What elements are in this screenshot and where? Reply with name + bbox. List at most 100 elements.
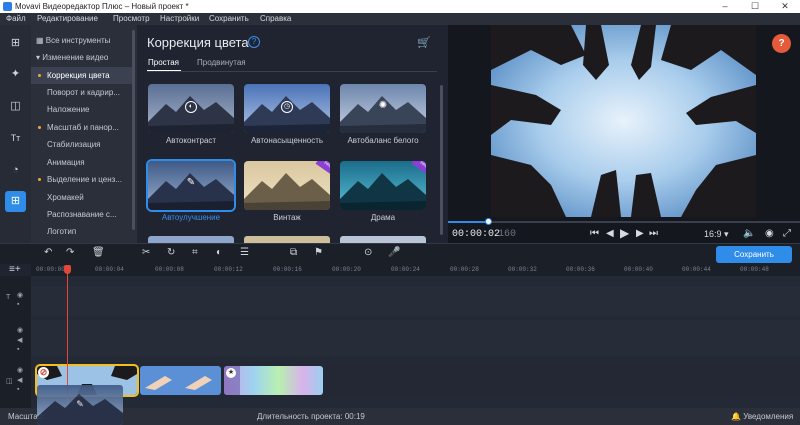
preset-thumbnail-partial[interactable] [340, 236, 426, 243]
redo-icon[interactable]: ↷ [66, 247, 74, 258]
nav-label: Распознавание с... [47, 210, 117, 219]
menu-view[interactable]: Просмотр [113, 14, 150, 24]
delete-icon[interactable]: 🗑 [92, 247, 105, 258]
titles-icon[interactable]: Tт [5, 128, 26, 149]
nav-chroma-key[interactable]: Хромакей [31, 189, 135, 206]
preset-drama[interactable]: PRO [340, 161, 426, 210]
undo-icon[interactable]: ↶ [44, 247, 52, 258]
maximize-button[interactable]: ☐ [740, 0, 770, 13]
lock-icon[interactable]: ▪ [17, 301, 19, 308]
overlay-track[interactable] [31, 320, 800, 356]
stickers-icon[interactable]: ◔ [5, 160, 26, 181]
skip-start-icon[interactable]: ⏮ [590, 228, 599, 239]
magic-wand-icon[interactable]: ✦ [5, 64, 26, 85]
more-tools-icon[interactable]: ⊞ [5, 191, 26, 212]
title-track-icon: T [6, 294, 11, 301]
duration-label: Длительность проекта: [257, 412, 343, 421]
minimize-button[interactable]: – [710, 0, 740, 13]
playback-progress-track[interactable] [448, 221, 800, 223]
nav-highlight-censor[interactable]: Выделение и ценз... [31, 171, 135, 188]
app-logo-icon [3, 2, 12, 11]
lock-icon[interactable]: ▪ [17, 346, 19, 353]
title-bar: Movavi Видеоредактор Плюс – Новый проект… [0, 0, 800, 13]
tools-sidebar: ⊞ ✦ ◫ Tт ◔ ⊞ [0, 25, 31, 243]
menu-edit[interactable]: Редактирование [37, 14, 98, 24]
playhead-handle[interactable] [64, 265, 71, 274]
marker-icon[interactable]: ⚑ [314, 247, 323, 258]
video-preview [491, 25, 756, 217]
rotate-icon[interactable]: ↻ [167, 247, 175, 258]
nav-label: Масштаб и панор... [47, 123, 119, 132]
color-adjust-icon[interactable]: ◐ [216, 247, 222, 258]
no-audio-icon: ⊘ [38, 367, 49, 378]
preset-vintage[interactable]: PRO [244, 161, 330, 210]
location-icon[interactable]: ⊙ [364, 247, 372, 258]
eye-icon[interactable]: ◉ [17, 366, 23, 374]
help-icon[interactable]: ? [248, 36, 260, 48]
nav-pan-zoom[interactable]: Масштаб и панор... [31, 119, 135, 136]
nav-label: Наложение [47, 105, 90, 114]
preset-thumbnail-partial[interactable] [148, 236, 234, 243]
nav-label: Коррекция цвета [47, 71, 110, 80]
play-icon[interactable]: ▶ [620, 226, 629, 240]
preset-thumbnail-partial[interactable] [244, 236, 330, 243]
cut-icon[interactable]: ✂ [142, 247, 150, 258]
save-button[interactable]: Сохранить [716, 246, 792, 263]
skip-end-icon[interactable]: ⏭ [649, 228, 658, 239]
cart-icon[interactable]: 🛒 [417, 36, 431, 49]
color-correction-panel [137, 25, 448, 243]
clip-thumbnail [224, 366, 323, 395]
nav-overlay[interactable]: Наложение [31, 101, 135, 118]
menu-save[interactable]: Сохранить [209, 14, 249, 24]
close-button[interactable]: ✕ [770, 0, 800, 13]
nav-label: Выделение и ценз... [47, 175, 122, 184]
help-button[interactable]: ? [772, 34, 791, 53]
add-track-icon[interactable]: ≡+ [9, 264, 21, 275]
nav-video-editing[interactable]: ▾ Изменение видео [31, 49, 135, 66]
ruler-tick: 00:00:16 [273, 266, 302, 273]
nav-stabilization[interactable]: Стабилизация [31, 136, 135, 153]
nav-label: Анимация [47, 158, 85, 167]
overlay-icon[interactable]: ⧉ [290, 247, 297, 258]
eye-icon[interactable]: ◉ [17, 326, 23, 334]
nav-all-tools[interactable]: ▦ Все инструменты [31, 32, 135, 49]
menu-help[interactable]: Справка [260, 14, 291, 24]
nav-logo[interactable]: Логотип [31, 223, 135, 240]
crop-icon[interactable]: ⌗ [192, 247, 198, 258]
nav-animation[interactable]: Анимация [31, 154, 135, 171]
menu-file[interactable]: Файл [6, 14, 26, 24]
playback-scrubber[interactable] [485, 218, 492, 225]
preset-autosaturation[interactable]: ◷ [244, 84, 330, 133]
notifications-button[interactable]: 🔔 Уведомления [731, 412, 793, 421]
transition-clip[interactable] [224, 366, 323, 395]
nav-recognition[interactable]: Распознавание с... [31, 206, 135, 223]
import-icon[interactable]: ⊞ [5, 33, 26, 54]
prev-frame-icon[interactable]: ◀ [606, 228, 614, 239]
clip-properties-icon[interactable]: ☰ [240, 247, 249, 258]
fullscreen-icon[interactable]: ⤢ [783, 228, 791, 239]
panel-scrollbar[interactable] [440, 85, 443, 235]
preset-autocontrast[interactable]: ◐ [148, 84, 234, 133]
volume-icon[interactable]: ◀ [17, 376, 22, 384]
aspect-ratio-select[interactable]: 16:9 ▾ [704, 229, 729, 240]
lock-icon[interactable]: ▪ [17, 386, 19, 393]
title-track[interactable] [31, 286, 800, 316]
snapshot-icon[interactable]: ◉ [765, 228, 774, 239]
transitions-icon[interactable]: ◫ [5, 96, 26, 117]
tool-categories: ▦ Все инструменты ▾ Изменение видео Корр… [31, 25, 137, 243]
tab-advanced[interactable]: Продвинутая [197, 58, 246, 67]
microphone-icon[interactable]: 🎤 [388, 247, 400, 258]
tab-simple[interactable]: Простая [148, 58, 179, 67]
menu-settings[interactable]: Настройки [160, 14, 199, 24]
nav-color-correction[interactable]: Коррекция цвета [31, 67, 135, 84]
next-frame-icon[interactable]: ▶ [636, 228, 644, 239]
volume-icon[interactable]: 🔈 [743, 228, 755, 239]
sidenav-scrollbar[interactable] [132, 30, 135, 230]
volume-icon[interactable]: ◀ [17, 336, 22, 344]
preset-auto-white-balance[interactable]: ✺ [340, 84, 426, 133]
ruler-tick: 00:00:36 [566, 266, 595, 273]
video-clip[interactable] [140, 366, 221, 395]
eye-icon[interactable]: ◉ [17, 291, 23, 299]
preset-auto-enhance[interactable]: ✎ [146, 159, 236, 212]
nav-rotate-crop[interactable]: Поворот и кадрир... [31, 84, 135, 101]
